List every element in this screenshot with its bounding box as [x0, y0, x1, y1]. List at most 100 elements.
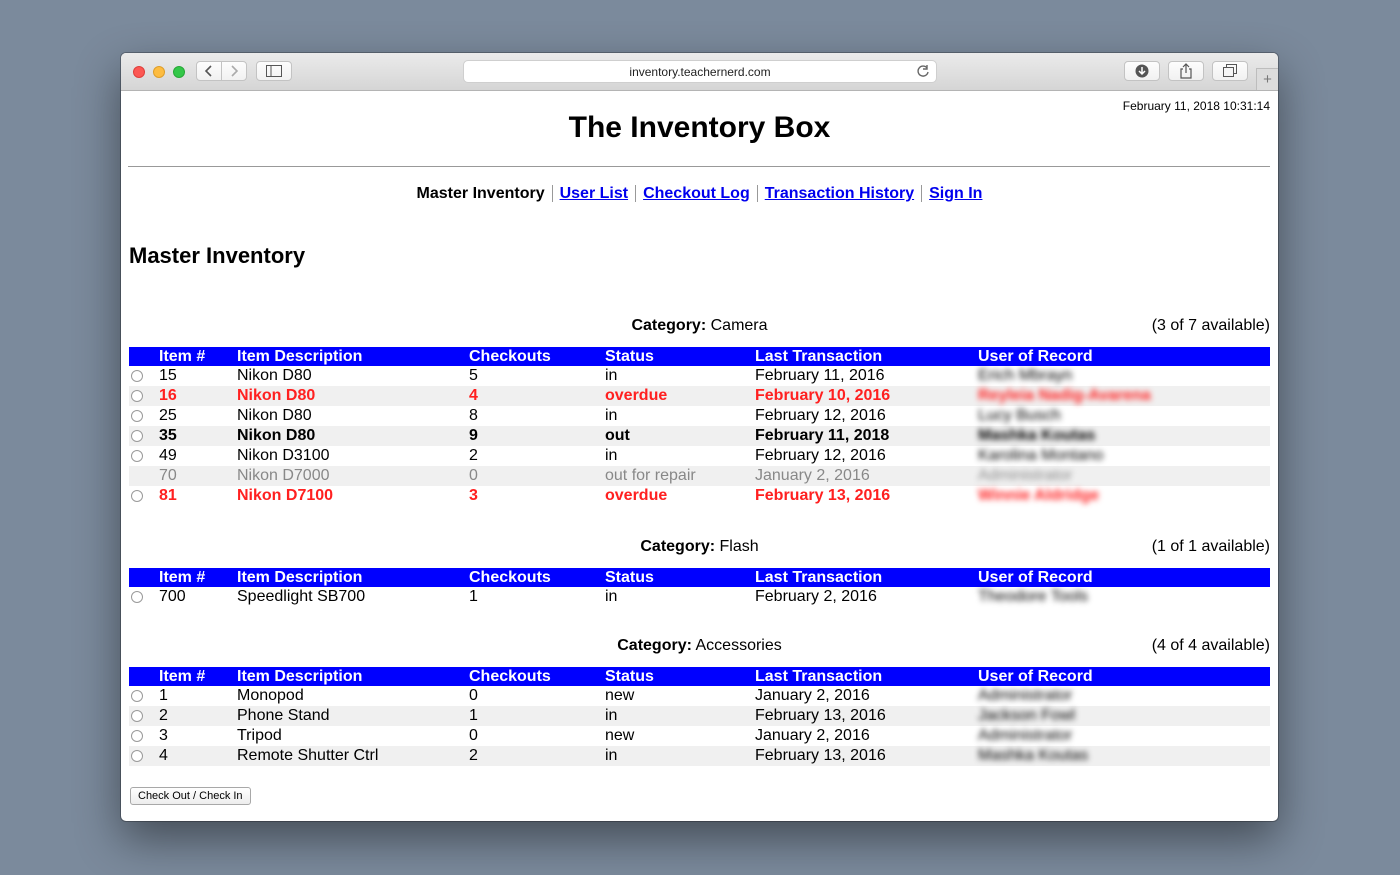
column-status: Status: [605, 667, 755, 686]
availability-count: (4 of 4 available): [1151, 637, 1270, 654]
cell-user: Mashka Koutas: [978, 747, 1089, 764]
column-checkouts: Checkouts: [469, 667, 605, 686]
zoom-window-button[interactable]: [173, 66, 185, 78]
cell-item: 700: [159, 588, 186, 605]
select-item-radio[interactable]: [131, 429, 143, 442]
table-row[interactable]: 16 Nikon D80 4 overdue February 10, 2016 Reyl…: [129, 386, 1270, 406]
nav-sign-in[interactable]: Sign In: [929, 185, 982, 202]
table-header-row: Item # Item Description Checkouts Status Las…: [129, 568, 1270, 587]
nav-user-list[interactable]: User List: [560, 185, 628, 202]
column-item-description: Item Description: [237, 347, 469, 366]
cell-checkouts: 1: [469, 706, 605, 726]
site-title: The Inventory Box: [568, 111, 831, 144]
column-user-of-record: User of Record: [978, 347, 1270, 366]
category-name: Accessories: [695, 637, 782, 654]
column-checkouts: Checkouts: [469, 568, 605, 587]
select-item-radio[interactable]: [131, 689, 143, 702]
select-item-radio[interactable]: [131, 449, 143, 462]
category-section: Category: Accessories (4 of 4 available) I…: [129, 637, 1270, 766]
cell-checkouts: 0: [469, 466, 605, 486]
select-item-radio[interactable]: [131, 590, 143, 603]
table-row[interactable]: 700 Speedlight SB700 1 in February 2, 2016 Th…: [129, 587, 1270, 607]
cell-desc: Monopod: [237, 687, 304, 704]
cell-checkouts: 1: [469, 588, 478, 605]
select-item-radio[interactable]: [131, 709, 143, 722]
cell-item: 4: [159, 746, 237, 766]
table-row[interactable]: 35 Nikon D80 9 out February 11, 2018 Mashka K…: [129, 426, 1270, 446]
column-status: Status: [605, 568, 755, 587]
table-row[interactable]: 4 Remote Shutter Ctrl 2 in February 13, 2016…: [129, 746, 1270, 766]
cell-desc: Nikon D7000: [237, 466, 469, 486]
cell-user: Jackson Fowl: [978, 707, 1075, 724]
url-text: inventory.teachernerd.com: [629, 64, 771, 79]
download-icon: [1135, 64, 1149, 78]
tabs-overview-button[interactable]: [1212, 61, 1248, 81]
inventory-table: Item # Item Description Checkouts Status Las…: [129, 347, 1270, 506]
cell-checkouts: 9: [469, 426, 605, 446]
cell-item: 25: [159, 407, 177, 424]
column-last-transaction: Last Transaction: [755, 347, 978, 366]
column-item-description: Item Description: [237, 568, 469, 587]
sidebar-toggle-button[interactable]: [256, 61, 292, 81]
column-last-transaction: Last Transaction: [755, 667, 978, 686]
select-item-radio[interactable]: [131, 409, 143, 422]
cell-desc: Nikon D80: [237, 426, 469, 446]
back-button[interactable]: [196, 61, 222, 81]
table-row[interactable]: 70 Nikon D7000 0 out for repair January 2, 2…: [129, 466, 1270, 486]
divider: [128, 166, 1270, 167]
column-item-number: Item #: [159, 347, 237, 366]
category-label: Category:: [617, 637, 692, 654]
share-icon: [1180, 63, 1192, 79]
address-bar[interactable]: inventory.teachernerd.com: [463, 60, 937, 83]
cell-last: February 2, 2016: [755, 588, 877, 605]
close-window-button[interactable]: [133, 66, 145, 78]
column-item-number: Item #: [159, 568, 237, 587]
table-row[interactable]: 25 Nikon D80 8 in February 12, 2016 Lucy Busc…: [129, 406, 1270, 426]
nav-master-inventory: Master Inventory: [416, 185, 545, 202]
table-row[interactable]: 49 Nikon D3100 2 in February 12, 2016 Karolin…: [129, 446, 1270, 466]
inventory-table: Item # Item Description Checkouts Status Las…: [129, 568, 1270, 607]
cell-checkouts: 3: [469, 487, 478, 504]
cell-status: in: [605, 367, 618, 384]
table-row[interactable]: 3 Tripod 0 new January 2, 2016 Administrator: [129, 726, 1270, 746]
reload-icon[interactable]: [916, 64, 930, 78]
table-row[interactable]: 2 Phone Stand 1 in February 13, 2016 Jackson …: [129, 706, 1270, 726]
cell-status: out: [605, 426, 755, 446]
column-status: Status: [605, 347, 755, 366]
chevron-right-icon: [231, 65, 239, 77]
cell-desc: Phone Stand: [237, 706, 469, 726]
cell-desc: Nikon D80: [237, 386, 469, 406]
cell-checkouts: 2: [469, 447, 478, 464]
cell-user: Theodore Tools: [978, 588, 1088, 605]
category-name: Camera: [710, 317, 768, 334]
cell-status: in: [605, 447, 618, 464]
cell-last: February 12, 2016: [755, 407, 886, 424]
minimize-window-button[interactable]: [153, 66, 165, 78]
select-item-radio[interactable]: [131, 489, 143, 502]
cell-last: January 2, 2016: [755, 466, 978, 486]
select-item-radio[interactable]: [131, 729, 143, 742]
table-row[interactable]: 81 Nikon D7100 3 overdue February 13, 2016 Wi…: [129, 486, 1270, 506]
chevron-left-icon: [204, 65, 212, 77]
cell-checkouts: 0: [469, 727, 478, 744]
cell-status: new: [605, 727, 635, 744]
nav-checkout-log[interactable]: Checkout Log: [643, 185, 750, 202]
share-button[interactable]: [1168, 61, 1204, 81]
new-tab-button[interactable]: +: [1256, 68, 1278, 90]
table-row[interactable]: 15 Nikon D80 5 in February 11, 2016 Erich Mbr…: [129, 366, 1270, 386]
cell-desc: Nikon D80: [237, 407, 312, 424]
downloads-button[interactable]: [1124, 61, 1160, 81]
cell-item: 35: [159, 426, 237, 446]
select-item-radio[interactable]: [131, 369, 143, 382]
select-item-radio[interactable]: [131, 389, 143, 402]
cell-last: February 13, 2016: [755, 487, 891, 504]
select-item-radio[interactable]: [131, 749, 143, 762]
cell-status: in: [605, 746, 755, 766]
category-section: Category: Flash (1 of 1 available) Item # I…: [129, 538, 1270, 607]
cell-user: Administrator: [978, 467, 1073, 484]
cell-last: February 11, 2016: [755, 367, 885, 384]
check-out-check-in-button[interactable]: Check Out / Check In: [130, 787, 251, 805]
forward-button[interactable]: [221, 61, 247, 81]
table-row[interactable]: 1 Monopod 0 new January 2, 2016 Administrator: [129, 686, 1270, 706]
nav-transaction-history[interactable]: Transaction History: [765, 185, 914, 202]
